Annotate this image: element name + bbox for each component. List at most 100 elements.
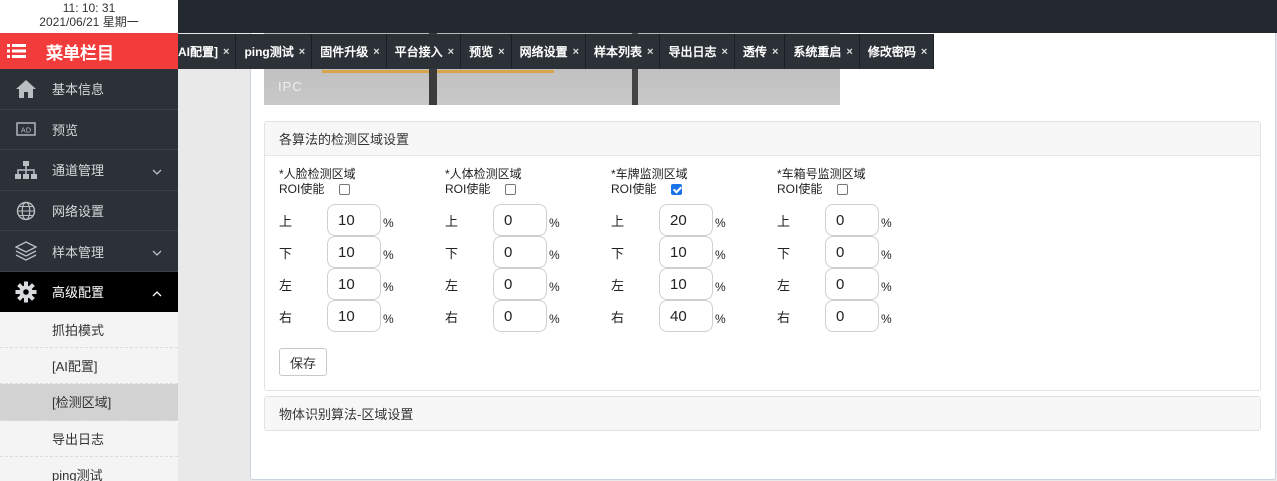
svg-text:AD: AD [21,127,31,135]
close-icon[interactable]: × [573,46,579,58]
tab-label: 透传 [742,45,767,59]
left-input[interactable]: 10 [327,268,381,300]
algo-name: *人体检测区域 [445,167,522,181]
top-input[interactable]: 0 [493,204,547,236]
field-row-left: 左 0% [777,268,892,300]
sidebar: 11: 10: 31 2021/06/21 星期一 菜单栏目 基本信息 AD 预… [0,0,178,481]
sidebar-item-channel[interactable]: 通道管理 [0,150,178,191]
close-icon[interactable]: × [448,46,454,58]
close-icon[interactable]: × [772,46,778,58]
tab-label: 预览 [469,45,494,59]
subnav-item-detect-region[interactable]: [检测区域] [0,384,178,421]
field-row-left: 左 10% [611,268,726,300]
top-input[interactable]: 10 [327,204,381,236]
tab-ping-test[interactable]: ping测试 × [236,34,313,69]
tab-firmware-upgrade[interactable]: 固件升级 × [312,34,387,69]
roi-toggle: ROI使能 [445,182,595,197]
chevron-down-icon [152,245,162,260]
close-icon[interactable]: × [373,46,379,58]
chevron-down-icon [152,164,162,179]
sidebar-item-label: 高级配置 [52,285,105,301]
top-input[interactable]: 20 [659,204,713,236]
clock-date: 2021/06/21 星期一 [39,15,139,29]
ad-icon: AD [0,122,52,137]
tab-ai-config[interactable]: AI配置] × [178,34,237,69]
tab-network-settings[interactable]: 网络设置 × [512,34,587,69]
right-input[interactable]: 0 [825,300,879,332]
clock-time: 11: 10: 31 [62,1,116,15]
field-row-right: 右 10% [279,300,394,332]
subnav-item-ai-config[interactable]: [AI配置] [0,348,178,385]
sidebar-item-preview[interactable]: AD 预览 [0,110,178,151]
tab-sample-list[interactable]: 样本列表 × [586,34,661,69]
clock: 11: 10: 31 2021/06/21 星期一 [0,0,178,33]
left-input[interactable]: 0 [493,268,547,300]
close-icon[interactable]: × [846,46,852,58]
hamburger-icon[interactable] [0,43,34,59]
field-row-right: 右 40% [611,300,726,332]
section-title: 各算法的检测区域设置 [265,122,1260,156]
close-icon[interactable]: × [647,46,653,58]
bottom-input[interactable]: 10 [327,236,381,268]
algo-body: *人体检测区域 ROI使能 上 0% 下 0% 左 0% 右 0% [445,167,595,332]
roi-checkbox[interactable] [505,184,517,195]
tab-label: 网络设置 [519,45,568,59]
video-overlay-text: IPC [278,79,303,94]
tab-label: 平台接入 [394,45,443,59]
left-input[interactable]: 10 [659,268,713,300]
field-row-left: 左 0% [445,268,560,300]
menu-header[interactable]: 菜单栏目 [0,33,178,69]
bottom-input[interactable]: 0 [493,236,547,268]
tab-preview[interactable]: 预览 × [461,34,512,69]
right-input[interactable]: 0 [493,300,547,332]
sidebar-item-network[interactable]: 网络设置 [0,191,178,232]
tab-passthrough[interactable]: 透传 × [735,34,786,69]
sidebar-item-advanced[interactable]: 高级配置 [0,271,178,313]
bottom-input[interactable]: 10 [659,236,713,268]
close-icon[interactable]: × [921,46,927,58]
close-icon[interactable]: × [721,46,727,58]
tab-label: ping测试 [244,45,294,59]
tab-system-reboot[interactable]: 系统重启 × [785,34,860,69]
detection-region-section: 各算法的检测区域设置 [264,121,1261,391]
field-row-right: 右 0% [445,300,560,332]
roi-checkbox[interactable] [671,184,683,195]
field-row-bottom: 下 10% [279,236,394,268]
object-recognition-section[interactable]: 物体识别算法-区域设置 [264,396,1261,431]
subnav-item-capture-mode[interactable]: 抓拍模式 [0,312,178,349]
subnav-item-ping-test[interactable]: ping测试 [0,457,178,481]
left-input[interactable]: 0 [825,268,879,300]
save-button[interactable]: 保存 [279,348,327,376]
subnav-item-export-log[interactable]: 导出日志 [0,421,178,457]
sidebar-item-label: 通道管理 [52,163,105,179]
field-row-bottom: 下 10% [611,236,726,268]
right-input[interactable]: 40 [659,300,713,332]
algo-name: *人脸检测区域 [279,167,356,181]
field-row-top: 上 10% [279,204,394,236]
right-input[interactable]: 10 [327,300,381,332]
algo-face: *人脸检测区域 ROI使能 上 10% 下 10% 左 10% 右 10% [279,167,429,332]
close-icon[interactable]: × [223,46,229,58]
tab-platform-access[interactable]: 平台接入 × [387,34,462,69]
field-row-right: 右 0% [777,300,892,332]
subnav-item-label: ping测试 [52,467,103,481]
chevron-up-icon [152,286,162,301]
roi-checkbox[interactable] [339,184,351,195]
subnav-item-label: 抓拍模式 [52,323,105,339]
close-icon[interactable]: × [498,46,504,58]
roi-toggle: ROI使能 [279,182,429,197]
roi-checkbox[interactable] [837,184,849,195]
tab-export-log[interactable]: 导出日志 × [660,34,735,69]
top-input[interactable]: 0 [825,204,879,236]
sidebar-item-samples[interactable]: 样本管理 [0,231,178,272]
sidebar-item-basic-info[interactable]: 基本信息 [0,69,178,110]
algo-container: *车箱号监测区域 ROI使能 上 0% 下 0% 左 0% 右 0% [777,167,927,332]
tab-label: 修改密码 [867,45,916,59]
close-icon[interactable]: × [299,46,305,58]
tab-change-password[interactable]: 修改密码 × [860,34,935,69]
subnav-item-label: [AI配置] [52,359,98,375]
algo-name: *车牌监测区域 [611,167,688,181]
bottom-input[interactable]: 0 [825,236,879,268]
field-row-top: 上 0% [777,204,892,236]
sidebar-item-label: 样本管理 [52,244,105,260]
